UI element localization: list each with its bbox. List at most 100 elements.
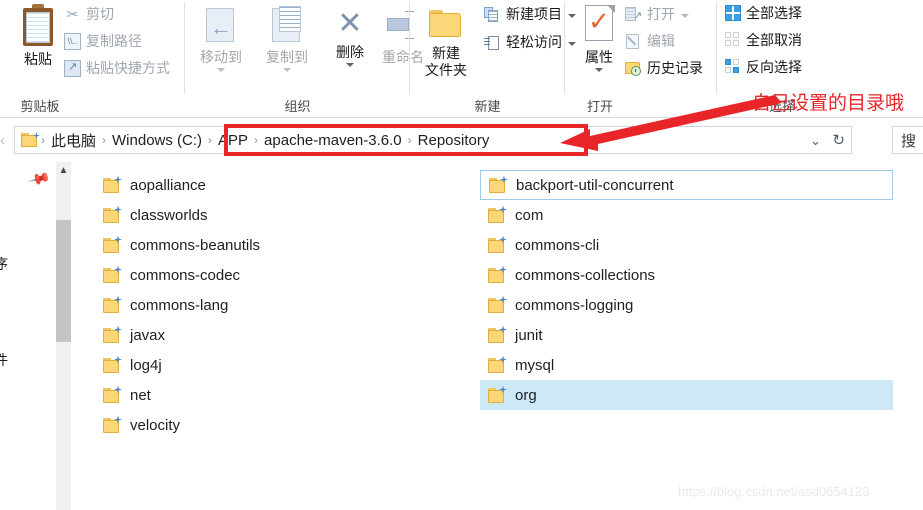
list-item[interactable]: aopalliance [95,170,355,200]
list-item-label: commons-beanutils [130,236,261,254]
select-none-button[interactable]: 全部取消 [725,28,802,52]
sidebar-item-programs[interactable]: 程序 [0,254,8,274]
list-item[interactable]: backport-util-concurrent [480,170,893,200]
list-item[interactable]: com [480,200,893,230]
folder-icon [103,265,122,284]
easy-access-button[interactable]: 轻松访问 [484,30,576,54]
properties-button[interactable]: ✓ 属性 [567,4,631,72]
folder-icon [488,385,507,404]
copy-path-button-label: 复制路径 [86,33,142,49]
edit-button[interactable]: 编辑 [625,29,675,53]
folder-icon [488,235,507,254]
breadcrumb-item-1[interactable]: Windows (C:) [107,132,207,149]
copy-path-button[interactable]: \\.. 复制路径 [64,29,142,53]
ribbon-group-open: ✓ 属性 ↗ 打开 编辑 历史记录 打开 [565,0,717,117]
breadcrumb-item-3[interactable]: apache-maven-3.6.0 [259,132,407,149]
ribbon-group-label-organize: 组织 [284,99,311,114]
folder-icon [103,205,122,224]
list-item-label: commons-cli [515,236,600,254]
new-folder-button[interactable]: 新建 文件夹 [414,8,478,79]
new-folder-button-label-1: 新建 [432,45,460,61]
delete-x-icon: ✕ [337,7,363,40]
list-item[interactable]: javax [95,320,355,350]
ribbon-group-label-clipboard: 剪贴板 [20,99,60,114]
annotation-text: 自己设置的目录哦 [752,93,905,114]
move-to-button[interactable]: ← 移动到 [189,6,253,72]
easy-access-icon [484,34,501,51]
list-item[interactable]: log4j [95,350,355,380]
breadcrumb-item-2[interactable]: APP [213,132,253,149]
invert-selection-icon [725,59,741,75]
list-item-label: junit [515,326,543,344]
folder-icon [103,175,122,194]
list-item[interactable]: commons-collections [480,260,893,290]
list-item[interactable]: org [480,380,893,410]
new-item-button-label: 新建项目 [506,6,562,22]
back-arrow-icon[interactable]: ‹ [0,132,5,149]
list-item-label: commons-collections [515,266,656,284]
search-input[interactable]: 搜 [892,126,923,154]
list-item[interactable]: commons-logging [480,290,893,320]
cut-button-label: 剪切 [86,6,114,22]
edit-button-label: 编辑 [647,33,675,49]
list-item[interactable]: junit [480,320,893,350]
folder-icon [488,325,507,344]
sidebar-item-accessories[interactable]: 附件 [0,350,8,370]
folder-icon [488,205,507,224]
paste-button[interactable]: 粘贴 [6,4,70,68]
open-button[interactable]: ↗ 打开 [625,2,689,26]
chevron-down-icon[interactable]: ⌄ [810,133,821,149]
copy-to-button[interactable]: 复制到 [255,6,319,72]
breadcrumb-item-4[interactable]: Repository [413,132,495,149]
watermark: https://blog.csdn.net/asd0654123 [678,484,870,499]
ribbon-group-new: 新建 文件夹 新建项目 轻松访问 新建 [410,0,576,117]
refresh-icon[interactable]: ↻ [832,131,845,149]
ribbon-group-label-open: 打开 [586,99,613,114]
list-item-label: com [515,206,544,224]
ribbon-group-clipboard: 粘贴 ✂ 剪切 \\.. 复制路径 粘贴快捷方式 剪贴板 [0,0,185,117]
list-item[interactable]: commons-beanutils [95,230,355,260]
edit-icon [625,33,642,50]
paste-shortcut-button[interactable]: 粘贴快捷方式 [64,56,170,80]
folder-icon [488,295,507,314]
breadcrumb-item-0[interactable]: 此电脑 [46,130,101,151]
list-item-label: commons-lang [130,296,229,314]
list-item[interactable]: velocity [95,410,355,440]
file-list[interactable]: aopalliance classworlds commons-beanutil… [71,162,923,510]
invert-selection-button[interactable]: 反向选择 [725,55,802,79]
paste-shortcut-icon [64,59,81,77]
list-item[interactable]: commons-lang [95,290,355,320]
select-none-button-label: 全部取消 [746,32,802,48]
paste-shortcut-button-label: 粘贴快捷方式 [86,60,170,76]
nav-scrollbar[interactable]: ▲ [56,162,72,510]
folder-icon [103,235,122,254]
folder-icon [489,175,508,194]
paste-button-label: 粘贴 [24,51,52,67]
history-button[interactable]: 历史记录 [625,56,703,80]
select-all-icon [725,5,741,21]
copy-path-icon: \\.. [64,32,81,50]
list-item[interactable]: net [95,380,355,410]
ribbon-group-organize: ← 移动到 复制到 ✕ 删除 重命名 组织 [185,0,424,117]
list-item-label: mysql [515,356,555,374]
select-all-button-label: 全部选择 [746,5,802,21]
cut-button[interactable]: ✂ 剪切 [64,2,114,26]
scrollbar-thumb[interactable] [56,220,71,342]
list-item[interactable]: commons-cli [480,230,893,260]
breadcrumb[interactable]: › 此电脑 › Windows (C:) › APP › apache-mave… [14,126,852,154]
list-item[interactable]: mysql [480,350,893,380]
list-item-label: org [515,386,537,404]
move-to-icon: ← [204,6,238,44]
open-button-label: 打开 [647,6,675,22]
new-item-button[interactable]: 新建项目 [484,2,576,26]
list-item[interactable]: commons-codec [95,260,355,290]
folder-icon [103,295,122,314]
history-icon [625,60,642,77]
select-all-button[interactable]: 全部选择 [725,1,802,25]
easy-access-button-label: 轻松访问 [506,34,562,50]
clipboard-icon [21,4,55,46]
open-icon: ↗ [625,6,642,23]
chevron-up-icon[interactable]: ▲ [56,162,71,180]
list-item-label: javax [130,326,166,344]
list-item[interactable]: classworlds [95,200,355,230]
